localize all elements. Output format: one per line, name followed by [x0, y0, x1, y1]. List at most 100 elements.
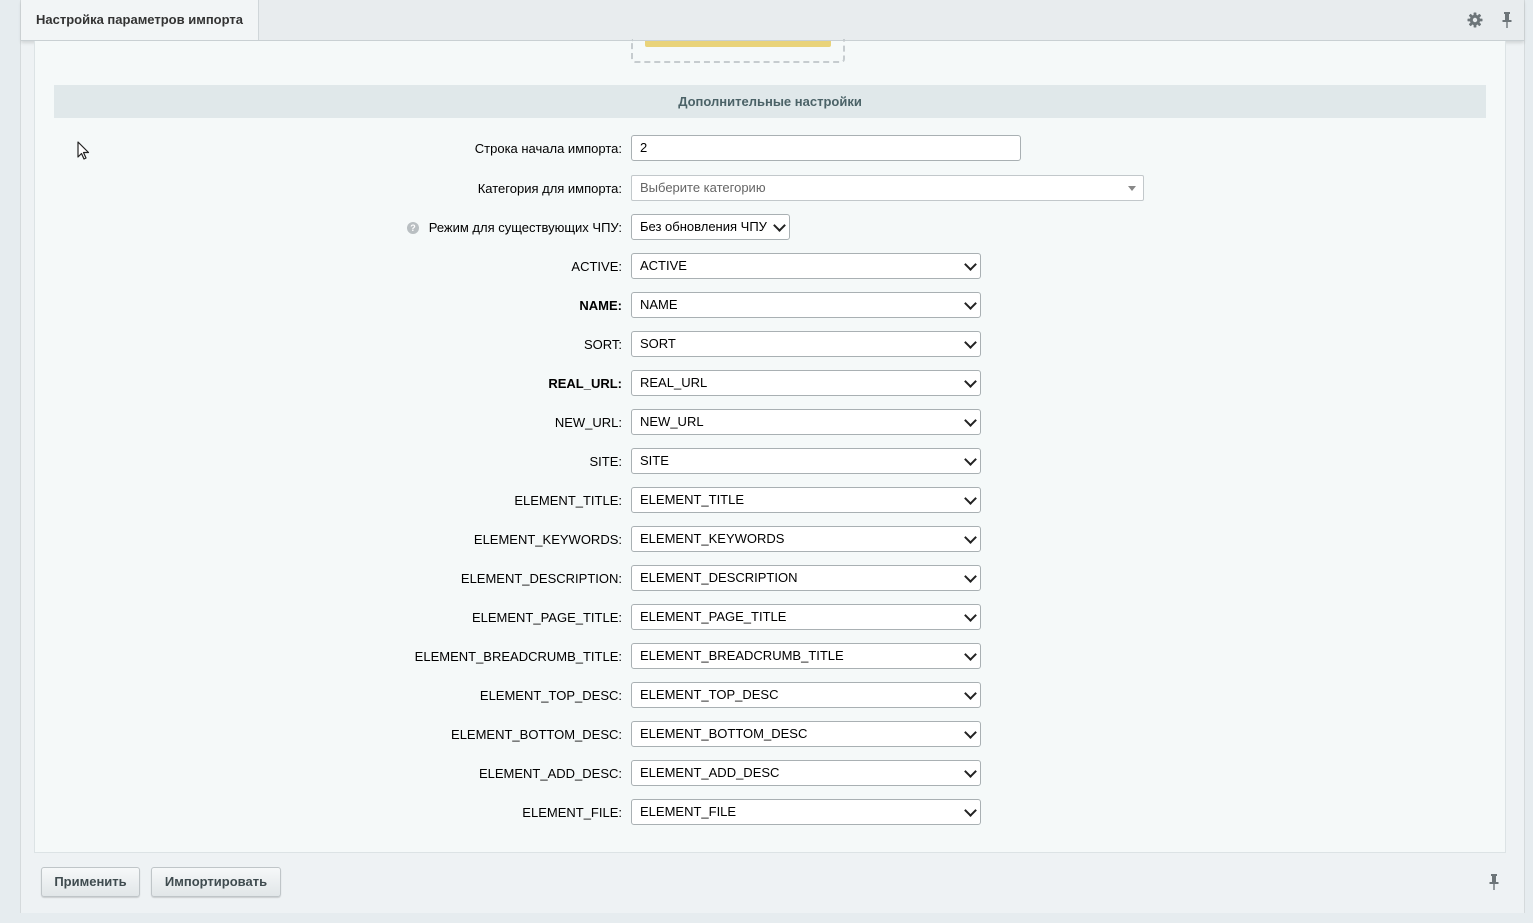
mapping-value: ELEMENT_TITLE — [640, 492, 745, 507]
mapping-select[interactable]: ELEMENT_DESCRIPTION — [631, 565, 981, 591]
mapping-value: NAME — [640, 297, 678, 312]
chevron-down-icon — [964, 375, 977, 388]
chevron-down-icon — [964, 804, 977, 817]
form-content: Дополнительные настройки Строка начала и… — [34, 39, 1506, 853]
chevron-down-icon — [964, 570, 977, 583]
mapping-row: ELEMENT_ADD_DESC: ELEMENT_ADD_DESC — [35, 760, 1505, 788]
mapping-label: NEW_URL: — [554, 415, 622, 430]
start-row-label: Строка начала импорта: — [474, 141, 622, 156]
url-mode-row: ? Режим для существующих ЧПУ: Без обновл… — [35, 214, 1505, 242]
mapping-select[interactable]: ELEMENT_KEYWORDS — [631, 526, 981, 552]
chevron-down-icon — [964, 336, 977, 349]
mapping-select[interactable]: ELEMENT_TOP_DESC — [631, 682, 981, 708]
apply-button[interactable]: Применить — [41, 867, 140, 897]
dropdown-arrow-icon — [1128, 186, 1136, 191]
mapping-label: ELEMENT_DESCRIPTION: — [460, 571, 622, 586]
pin-icon[interactable] — [1485, 873, 1503, 891]
category-row: Категория для импорта: Выберите категори… — [35, 175, 1505, 203]
mapping-label: ELEMENT_FILE: — [522, 805, 622, 820]
mapping-select[interactable]: NEW_URL — [631, 409, 981, 435]
category-placeholder: Выберите категорию — [640, 180, 766, 195]
mapping-label: REAL_URL: — [548, 376, 622, 391]
url-mode-label: Режим для существующих ЧПУ: — [428, 220, 622, 235]
mapping-row: REAL_URL: REAL_URL — [35, 370, 1505, 398]
mapping-value: ELEMENT_KEYWORDS — [640, 531, 785, 546]
mapping-row: SITE: SITE — [35, 448, 1505, 476]
chevron-down-icon — [964, 258, 977, 271]
mapping-label: ELEMENT_BOTTOM_DESC: — [451, 727, 622, 742]
mapping-row: ELEMENT_PAGE_TITLE: ELEMENT_PAGE_TITLE — [35, 604, 1505, 632]
mapping-row: ELEMENT_TITLE: ELEMENT_TITLE — [35, 487, 1505, 515]
mapping-value: ELEMENT_FILE — [640, 804, 737, 819]
mapping-label: ELEMENT_TOP_DESC: — [479, 688, 622, 703]
url-mode-select[interactable]: Без обновления ЧПУ — [631, 214, 790, 240]
mapping-row: ELEMENT_TOP_DESC: ELEMENT_TOP_DESC — [35, 682, 1505, 710]
mapping-value: ELEMENT_DESCRIPTION — [640, 570, 798, 585]
mapping-select[interactable]: SITE — [631, 448, 981, 474]
mapping-label: SITE: — [589, 454, 622, 469]
mapping-value: REAL_URL — [640, 375, 708, 390]
mapping-value: ELEMENT_BREADCRUMB_TITLE — [640, 648, 844, 663]
mapping-label: ACTIVE: — [571, 259, 622, 274]
mapping-value: ACTIVE — [640, 258, 687, 273]
mapping-select[interactable]: ELEMENT_FILE — [631, 799, 981, 825]
question-icon[interactable]: ? — [407, 222, 419, 234]
mapping-select[interactable]: REAL_URL — [631, 370, 981, 396]
chevron-down-icon — [964, 297, 977, 310]
chevron-down-icon — [964, 648, 977, 661]
chevron-down-icon — [964, 609, 977, 622]
drop-zone-bar — [645, 41, 831, 47]
start-row-row: Строка начала импорта: 2 — [35, 135, 1505, 163]
mapping-label: NAME: — [579, 298, 622, 313]
chevron-down-icon — [964, 414, 977, 427]
mapping-select[interactable]: ELEMENT_BREADCRUMB_TITLE — [631, 643, 981, 669]
category-label: Категория для импорта: — [477, 181, 622, 196]
import-button[interactable]: Импортировать — [151, 867, 281, 897]
mapping-select[interactable]: ACTIVE — [631, 253, 981, 279]
section-heading: Дополнительные настройки — [54, 85, 1486, 118]
mapping-row: ELEMENT_DESCRIPTION: ELEMENT_DESCRIPTION — [35, 565, 1505, 593]
mapping-value: ELEMENT_PAGE_TITLE — [640, 609, 787, 624]
mapping-row: ELEMENT_BOTTOM_DESC: ELEMENT_BOTTOM_DESC — [35, 721, 1505, 749]
mapping-select[interactable]: ELEMENT_ADD_DESC — [631, 760, 981, 786]
mapping-row: NAME: NAME — [35, 292, 1505, 320]
mapping-value: SORT — [640, 336, 676, 351]
mapping-row: SORT: SORT — [35, 331, 1505, 359]
tab-import-settings[interactable]: Настройка параметров импорта — [21, 0, 259, 40]
mapping-select[interactable]: NAME — [631, 292, 981, 318]
mapping-value: SITE — [640, 453, 669, 468]
mouse-cursor-icon — [77, 141, 91, 161]
mapping-value: ELEMENT_ADD_DESC — [640, 765, 780, 780]
mapping-label: ELEMENT_BREADCRUMB_TITLE: — [414, 649, 622, 664]
mapping-select[interactable]: ELEMENT_PAGE_TITLE — [631, 604, 981, 630]
url-mode-value: Без обновления ЧПУ — [640, 219, 767, 234]
chevron-down-icon — [964, 726, 977, 739]
chevron-down-icon — [964, 492, 977, 505]
drop-zone[interactable] — [631, 39, 845, 63]
pin-icon[interactable] — [1498, 11, 1516, 29]
chevron-down-icon — [964, 687, 977, 700]
mapping-row: ELEMENT_KEYWORDS: ELEMENT_KEYWORDS — [35, 526, 1505, 554]
chevron-down-icon — [964, 453, 977, 466]
mapping-row: ACTIVE: ACTIVE — [35, 253, 1505, 281]
footer-toolbar: Применить Импортировать — [21, 853, 1524, 913]
mapping-row: ELEMENT_BREADCRUMB_TITLE: ELEMENT_BREADCR… — [35, 643, 1505, 671]
mapping-label: ELEMENT_TITLE: — [514, 493, 622, 508]
mapping-label: ELEMENT_KEYWORDS: — [473, 532, 622, 547]
mapping-row: NEW_URL: NEW_URL — [35, 409, 1505, 437]
mapping-select[interactable]: ELEMENT_BOTTOM_DESC — [631, 721, 981, 747]
mapping-select[interactable]: SORT — [631, 331, 981, 357]
mapping-label: SORT: — [583, 337, 622, 352]
mapping-label: ELEMENT_ADD_DESC: — [478, 766, 622, 781]
mapping-label: ELEMENT_PAGE_TITLE: — [471, 610, 622, 625]
tab-bar: Настройка параметров импорта — [21, 0, 1524, 41]
chevron-down-icon — [964, 765, 977, 778]
start-row-input[interactable]: 2 — [631, 135, 1021, 161]
category-select[interactable]: Выберите категорию — [631, 175, 1144, 201]
mapping-value: ELEMENT_TOP_DESC — [640, 687, 779, 702]
gear-icon[interactable] — [1466, 11, 1484, 29]
import-settings-panel: Настройка параметров импорта Дополнитель… — [20, 0, 1525, 913]
mapping-select[interactable]: ELEMENT_TITLE — [631, 487, 981, 513]
mapping-row: ELEMENT_FILE: ELEMENT_FILE — [35, 799, 1505, 827]
mapping-value: NEW_URL — [640, 414, 704, 429]
